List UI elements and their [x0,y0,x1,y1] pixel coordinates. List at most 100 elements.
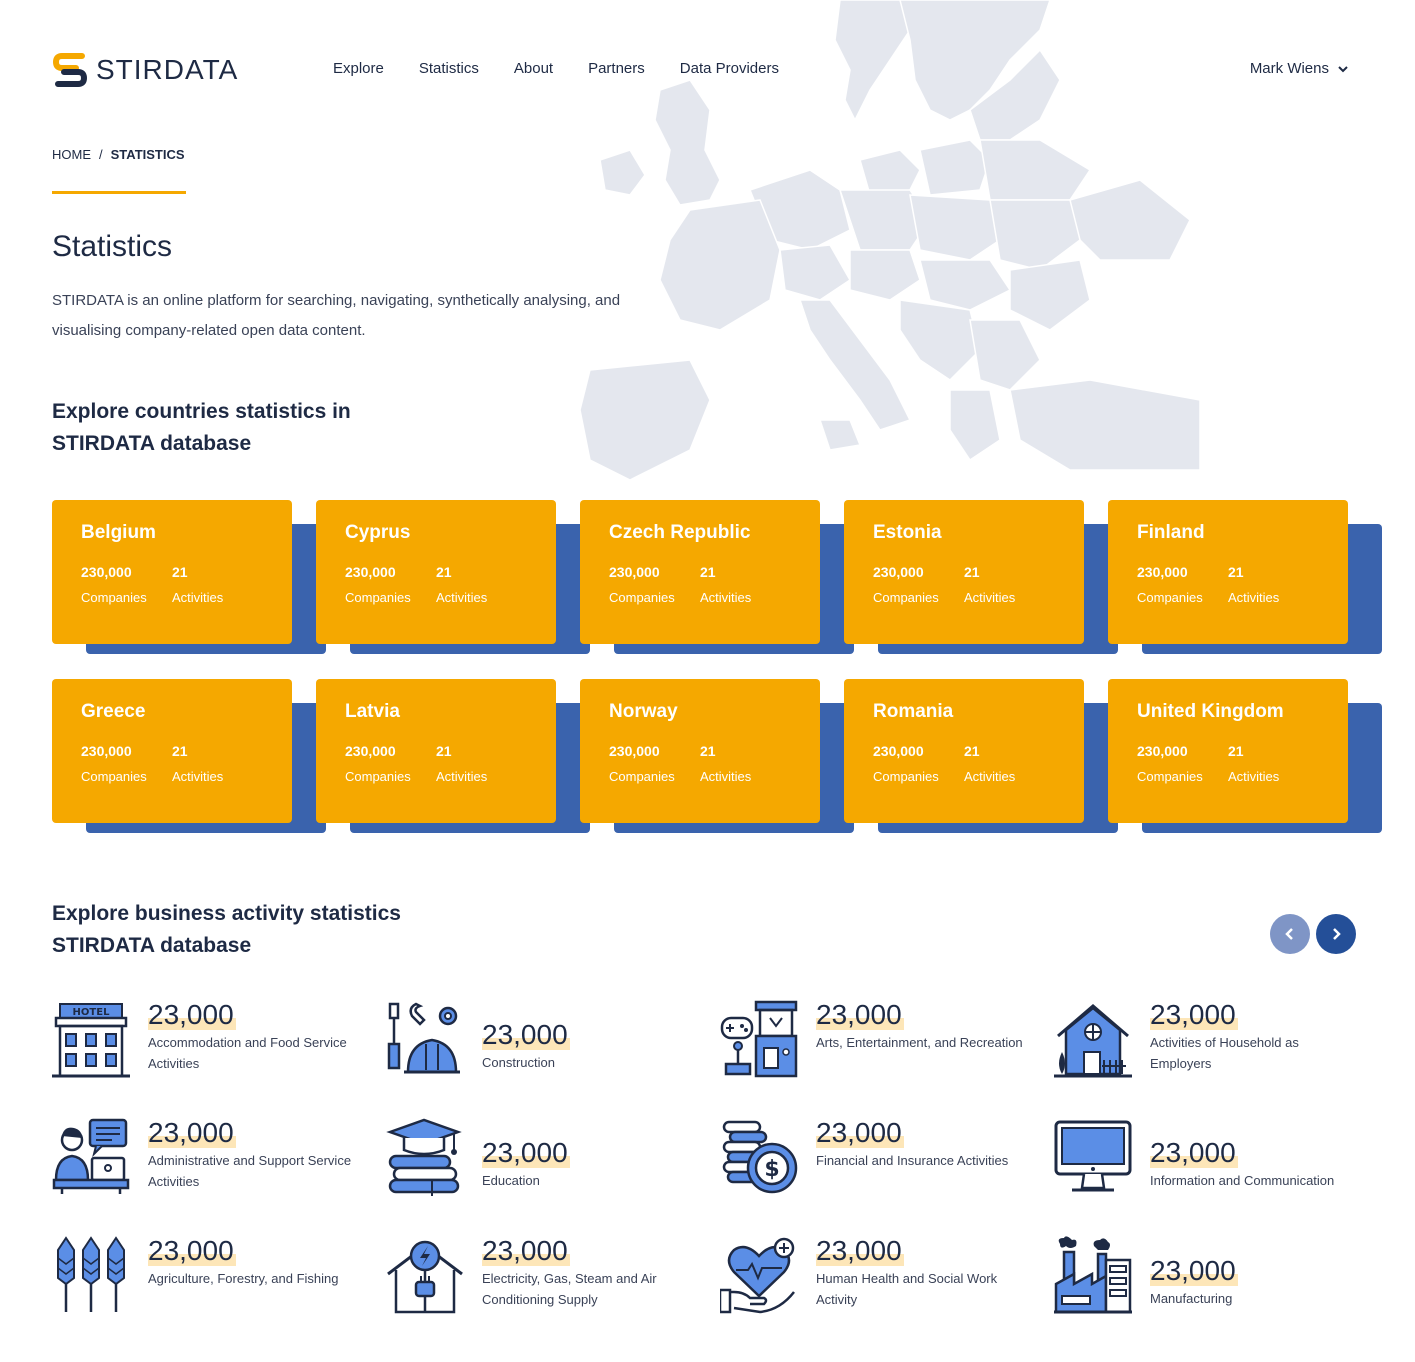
country-name: Cyprus [345,522,411,543]
country-card[interactable]: Belgium 230,000 Companies 21 Activities [52,500,326,654]
nav-partners[interactable]: Partners [588,60,645,77]
companies-label: Companies [81,590,147,605]
page-intro: STIRDATA is an online platform for searc… [52,292,621,339]
svg-text:$: $ [764,1157,779,1182]
activity-text: 23,000 Accommodation and Food Service Act… [148,1000,358,1074]
country-card[interactable]: Latvia 230,000 Companies 21 Activities [316,679,590,833]
page-title: Statistics [52,230,173,263]
activity-text: 23,000 Arts, Entertainment, and Recreatio… [816,1000,1026,1053]
activity-item[interactable]: HOTEL 23,000 Accommodation and Food Servic… [52,1000,372,1080]
activity-count: 23,000 [1150,999,1238,1030]
country-card[interactable]: Greece 230,000 Companies 21 Activities [52,679,326,833]
activity-name: Education [482,1173,540,1188]
activities-count: 21 [436,564,452,580]
activities-count: 21 [964,743,980,759]
country-card[interactable]: Estonia 230,000 Companies 21 Activities [844,500,1118,654]
activity-item[interactable]: 23,000 Administrative and Support Service… [52,1118,372,1198]
countries-heading: Explore countries statistics in STIRDATA… [52,400,351,455]
activity-name: Financial and Insurance Activities [816,1153,1009,1168]
activity-item[interactable]: $23,000 Financial and Insurance Activitie… [720,1118,1040,1198]
card-face: Greece 230,000 Companies 21 Activities [52,679,292,823]
activities-label: Activities [172,769,224,784]
breadcrumb-current: STATISTICS [110,147,185,162]
heart-hand-icon [718,1236,798,1314]
activities-count: 21 [700,743,716,759]
country-card[interactable]: Czech Republic 230,000 Companies 21 Activiti… [580,500,854,654]
activity-item[interactable]: 23,000 Electricity, Gas, Steam and Air Co… [386,1236,706,1316]
nav-explore[interactable]: Explore [333,60,384,77]
brand-name: STIRDATA [96,54,239,85]
card-face: Latvia 230,000 Companies 21 Activities [316,679,556,823]
activity-name: Manufacturing [1150,1291,1233,1306]
country-name: Estonia [873,522,942,543]
carousel-prev-button[interactable] [1270,914,1310,954]
activity-text: 23,000 Manufacturing [1150,1256,1360,1309]
activity-text: 23,000 Activities of Household as Employe… [1150,1000,1360,1074]
companies-label: Companies [873,590,939,605]
chevron-left-icon [1285,928,1293,940]
activities-count: 21 [964,564,980,580]
companies-count: 230,000 [609,743,660,759]
activity-item[interactable]: 23,000 Construction [386,1000,706,1080]
activity-name: Activities of Household as Employers [1150,1035,1299,1071]
graduation-books-icon [386,1118,464,1196]
country-name: Romania [873,701,954,722]
activity-text: 23,000 Agriculture, Forestry, and Fishing [148,1236,358,1289]
country-card[interactable]: Romania 230,000 Companies 21 Activities [844,679,1118,833]
companies-label: Companies [873,769,939,784]
nav-about[interactable]: About [514,60,553,77]
activity-count: 23,000 [1150,1137,1238,1168]
breadcrumb-home[interactable]: HOME [52,147,91,162]
carousel-next-button[interactable] [1316,914,1356,954]
activity-item[interactable]: 23,000 Human Health and Social Work Activ… [718,1236,1040,1316]
country-name: Greece [81,701,146,722]
activity-item[interactable]: 23,000 Education [386,1118,706,1198]
companies-count: 230,000 [345,743,396,759]
nav-statistics[interactable]: Statistics [419,60,479,77]
activity-name: Construction [482,1055,555,1070]
activity-item[interactable]: 23,000 Activities of Household as Employe… [1054,1000,1374,1080]
activities-label: Activities [1228,769,1280,784]
energy-plug-icon [386,1236,464,1314]
companies-count: 230,000 [1137,743,1188,759]
activities-label: Activities [436,769,488,784]
activity-item[interactable]: 23,000 Manufacturing [1054,1236,1374,1316]
main-nav: Explore Statistics About Partners Data P… [333,60,779,77]
companies-count: 230,000 [609,564,660,580]
activity-item[interactable]: 23,000 Agriculture, Forestry, and Fishing [52,1236,372,1316]
country-card[interactable]: United Kingdom 230,000 Companies 21 Activiti… [1108,679,1382,833]
activity-count: 23,000 [482,1019,570,1050]
activity-name: Information and Communication [1150,1173,1335,1188]
breadcrumb-separator: / [99,147,103,162]
companies-label: Companies [81,769,147,784]
card-face: Estonia 230,000 Companies 21 Activities [844,500,1084,644]
arcade-machine-icon [720,1000,798,1078]
activity-count: 23,000 [816,999,904,1030]
country-card[interactable]: Cyprus 230,000 Companies 21 Activities [316,500,590,654]
activity-item[interactable]: 23,000 Arts, Entertainment, and Recreatio… [720,1000,1040,1080]
nav-data-providers[interactable]: Data Providers [680,60,779,77]
activities-count: 21 [1228,564,1244,580]
companies-count: 230,000 [81,743,132,759]
activity-count: 23,000 [482,1235,570,1266]
country-card[interactable]: Finland 230,000 Companies 21 Activities [1108,500,1382,654]
activities-count: 21 [1228,743,1244,759]
country-name: Finland [1137,522,1205,543]
companies-count: 230,000 [345,564,396,580]
activity-item[interactable]: 23,000 Information and Communication [1054,1118,1374,1198]
country-name: Czech Republic [609,522,751,543]
activities-label: Activities [1228,590,1280,605]
country-name: Latvia [345,701,400,722]
country-card[interactable]: Norway 230,000 Companies 21 Activities [580,679,854,833]
activities-count: 21 [700,564,716,580]
activities-label: Activities [964,590,1016,605]
user-menu[interactable]: Mark Wiens [1250,60,1349,77]
hotel-icon: HOTEL [52,1000,130,1078]
chevron-down-icon [1338,65,1348,72]
activities-count: 21 [436,743,452,759]
user-name: Mark Wiens [1249,60,1329,77]
factory-icon [1054,1236,1132,1314]
companies-label: Companies [1137,769,1203,784]
companies-count: 230,000 [81,564,132,580]
brand-logo[interactable]: STIRDATA [52,50,238,90]
